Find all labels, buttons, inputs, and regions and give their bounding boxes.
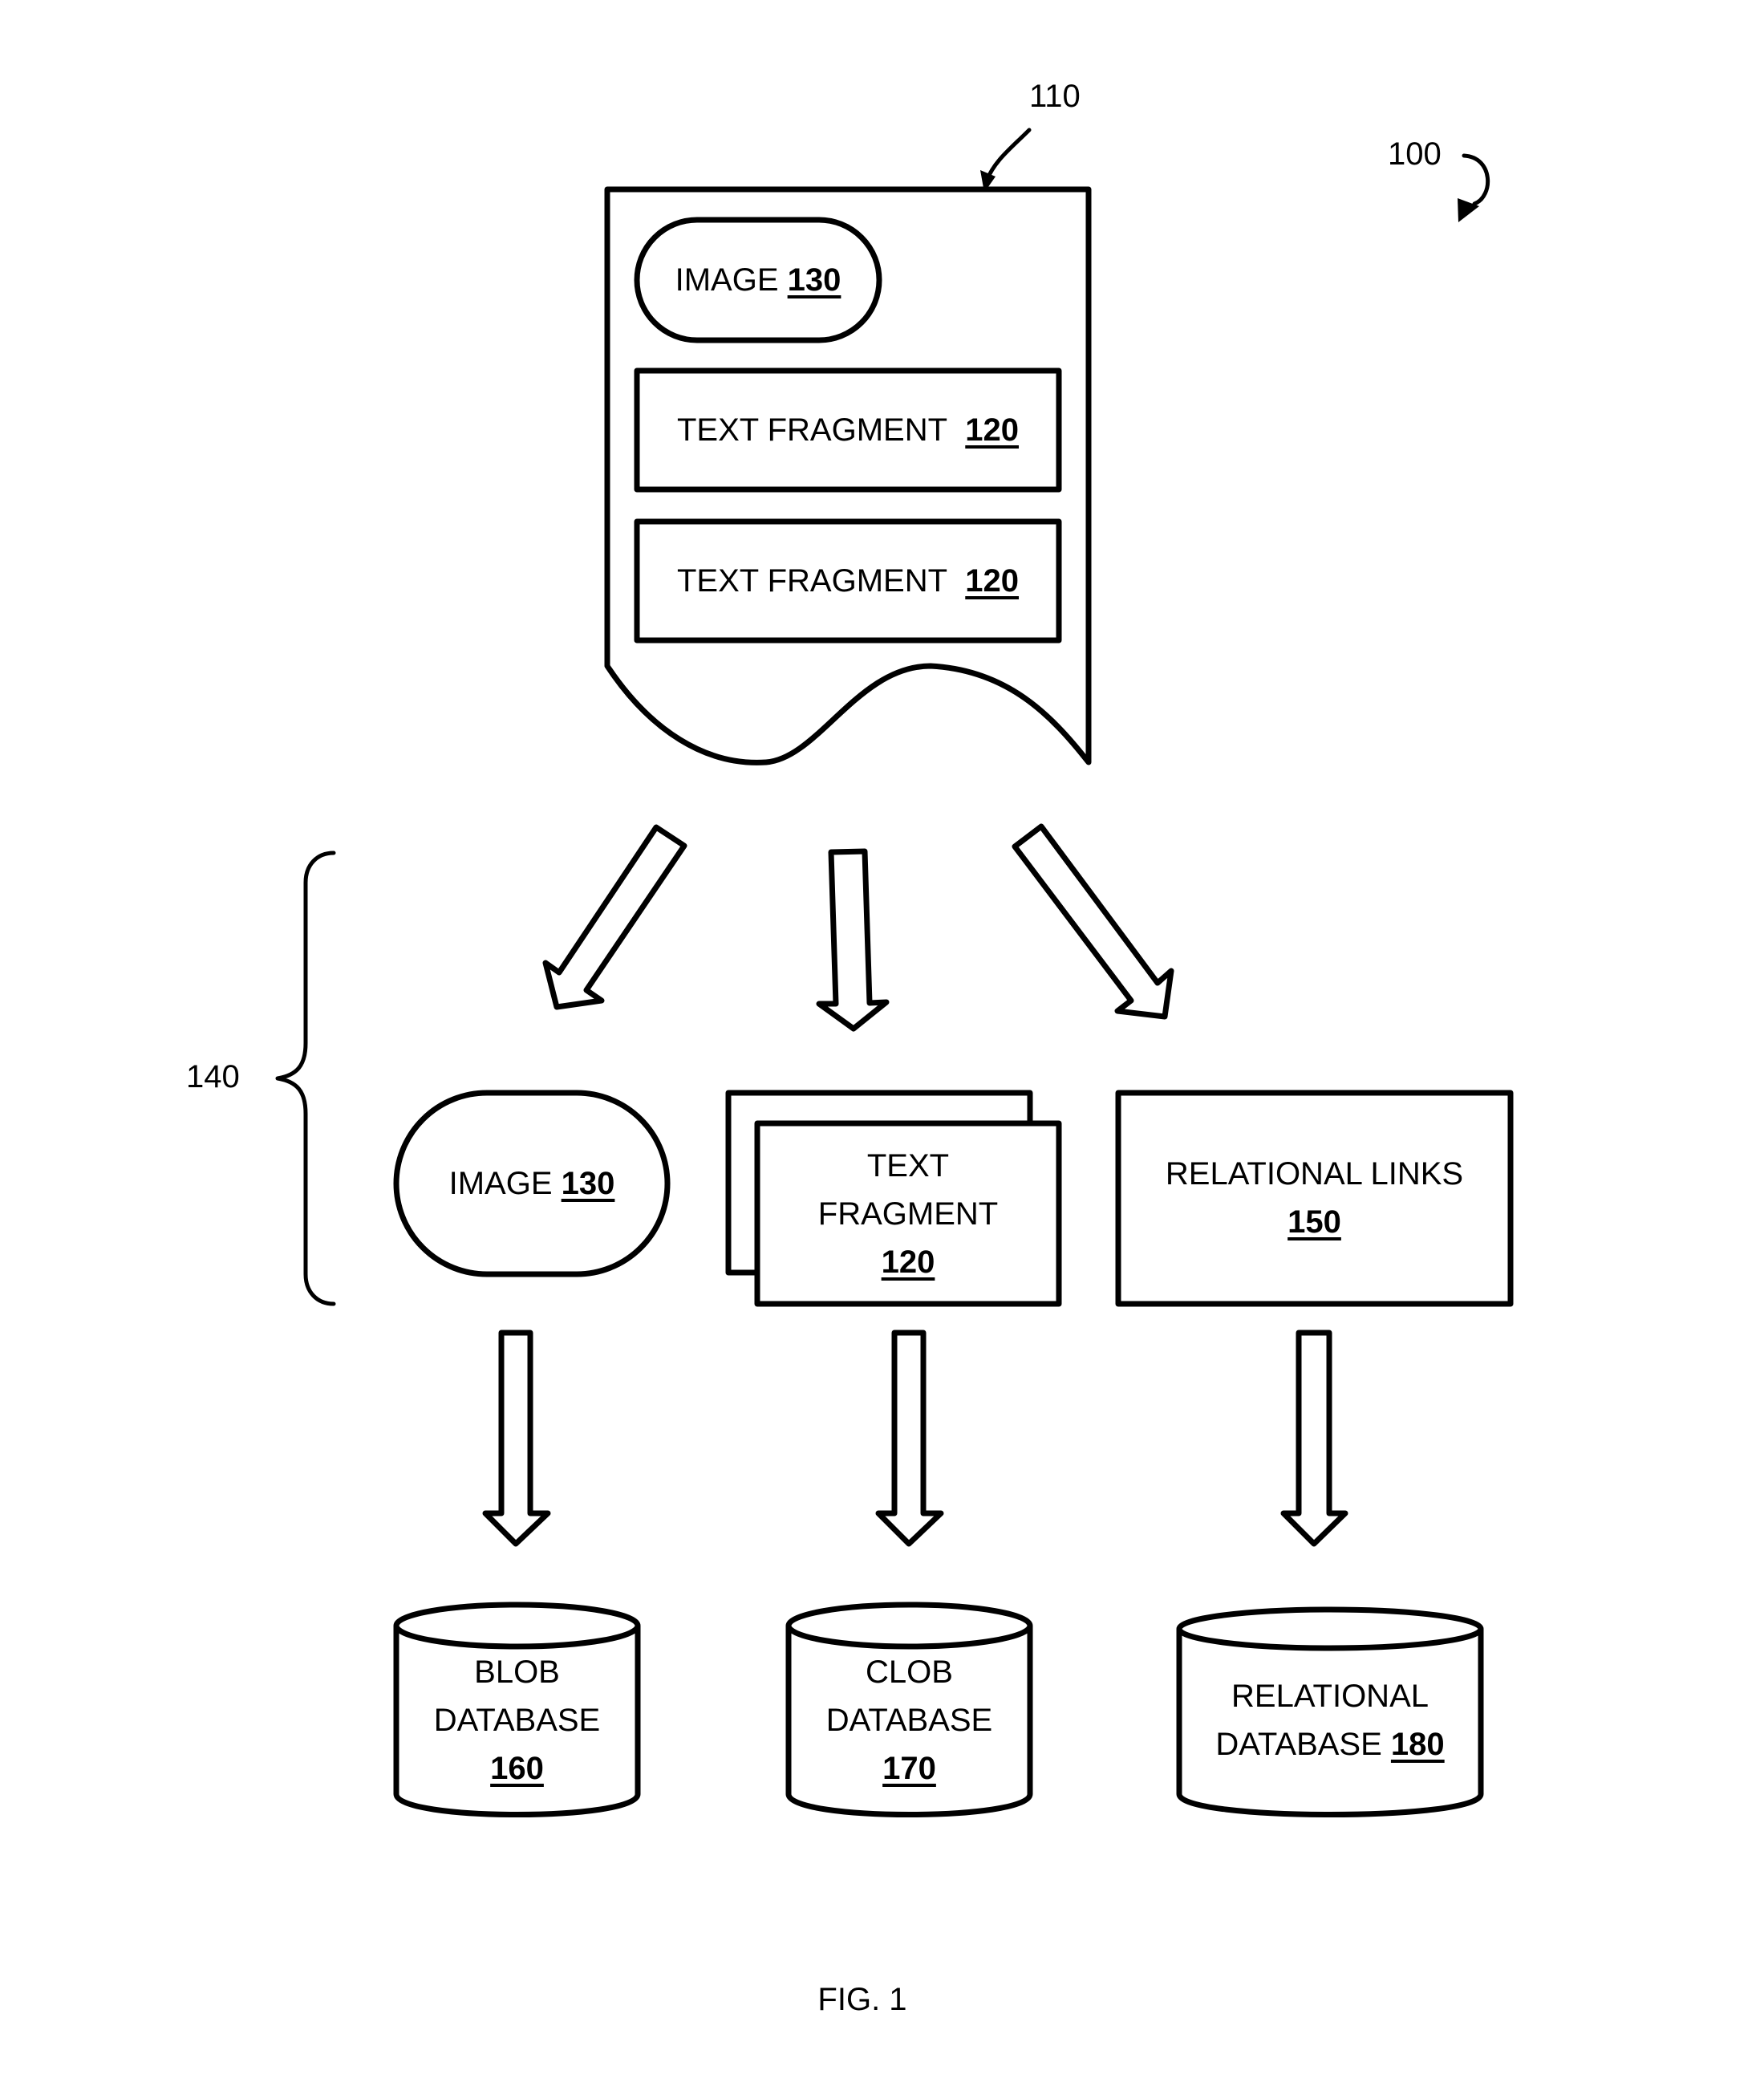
relational-database-label: RELATIONAL DATABASE 180	[1179, 1672, 1481, 1768]
ref-140-label: 140	[186, 1059, 240, 1094]
clob-database-line2: DATABASE	[825, 1703, 993, 1738]
component-relational-links-ref: 150	[1288, 1204, 1341, 1240]
relational-database-line2: DATABASE	[1215, 1727, 1382, 1762]
arrow-to-image	[542, 824, 687, 1010]
arrow-to-clob-db	[875, 1330, 944, 1547]
blob-database-ref: 160	[490, 1751, 544, 1786]
component-text-fragment-ref: 120	[881, 1244, 935, 1280]
relational-database-ref: 180	[1390, 1727, 1445, 1762]
document-text-fragment-1-ref: 120	[965, 412, 1020, 448]
component-text-fragment-line1: TEXT	[866, 1148, 950, 1184]
arrow-to-text-fragment	[816, 848, 890, 1032]
document-text-fragment-2: TEXT FRAGMENT 120	[637, 557, 1059, 605]
document-text-fragment-2-text: TEXT FRAGMENT	[676, 563, 948, 599]
document-image-ref: 130	[787, 262, 841, 298]
arrow-to-relational-links	[1012, 823, 1174, 1020]
component-image-text: IMAGE	[448, 1166, 553, 1201]
ref-100-label: 100	[1388, 136, 1442, 172]
ref-100-curved-arrow	[1462, 153, 1490, 206]
blob-database-line2: DATABASE	[433, 1703, 601, 1738]
clob-database-line1: CLOB	[866, 1655, 953, 1690]
component-image-ref: 130	[561, 1166, 615, 1201]
document-text-fragment-1: TEXT FRAGMENT 120	[637, 406, 1059, 454]
document-image-text: IMAGE	[675, 262, 779, 298]
component-text-fragment-label: TEXT FRAGMENT 120	[757, 1142, 1059, 1286]
document-image-label: IMAGE 130	[637, 256, 879, 304]
ref-110-label: 110	[1029, 79, 1081, 114]
component-text-fragment-line2: FRAGMENT	[817, 1196, 999, 1232]
components-brace	[275, 851, 336, 1306]
component-relational-links-text: RELATIONAL LINKS	[1165, 1156, 1464, 1192]
blob-database-line1: BLOB	[474, 1655, 560, 1690]
component-relational-links-label: RELATIONAL LINKS 150	[1118, 1150, 1511, 1246]
ref-110-leader-line	[984, 128, 1032, 183]
relational-database-line1: RELATIONAL	[1231, 1679, 1429, 1714]
blob-database-label: BLOB DATABASE 160	[396, 1648, 638, 1793]
component-image-label: IMAGE 130	[396, 1159, 667, 1208]
clob-database-label: CLOB DATABASE 170	[789, 1648, 1030, 1793]
arrow-to-blob-db	[482, 1330, 551, 1547]
clob-database-ref: 170	[882, 1751, 936, 1786]
arrow-to-relational-db	[1280, 1330, 1348, 1547]
document-text-fragment-2-ref: 120	[965, 563, 1020, 599]
figure-caption: FIG. 1	[817, 1982, 907, 2017]
document-text-fragment-1-text: TEXT FRAGMENT	[676, 412, 948, 448]
